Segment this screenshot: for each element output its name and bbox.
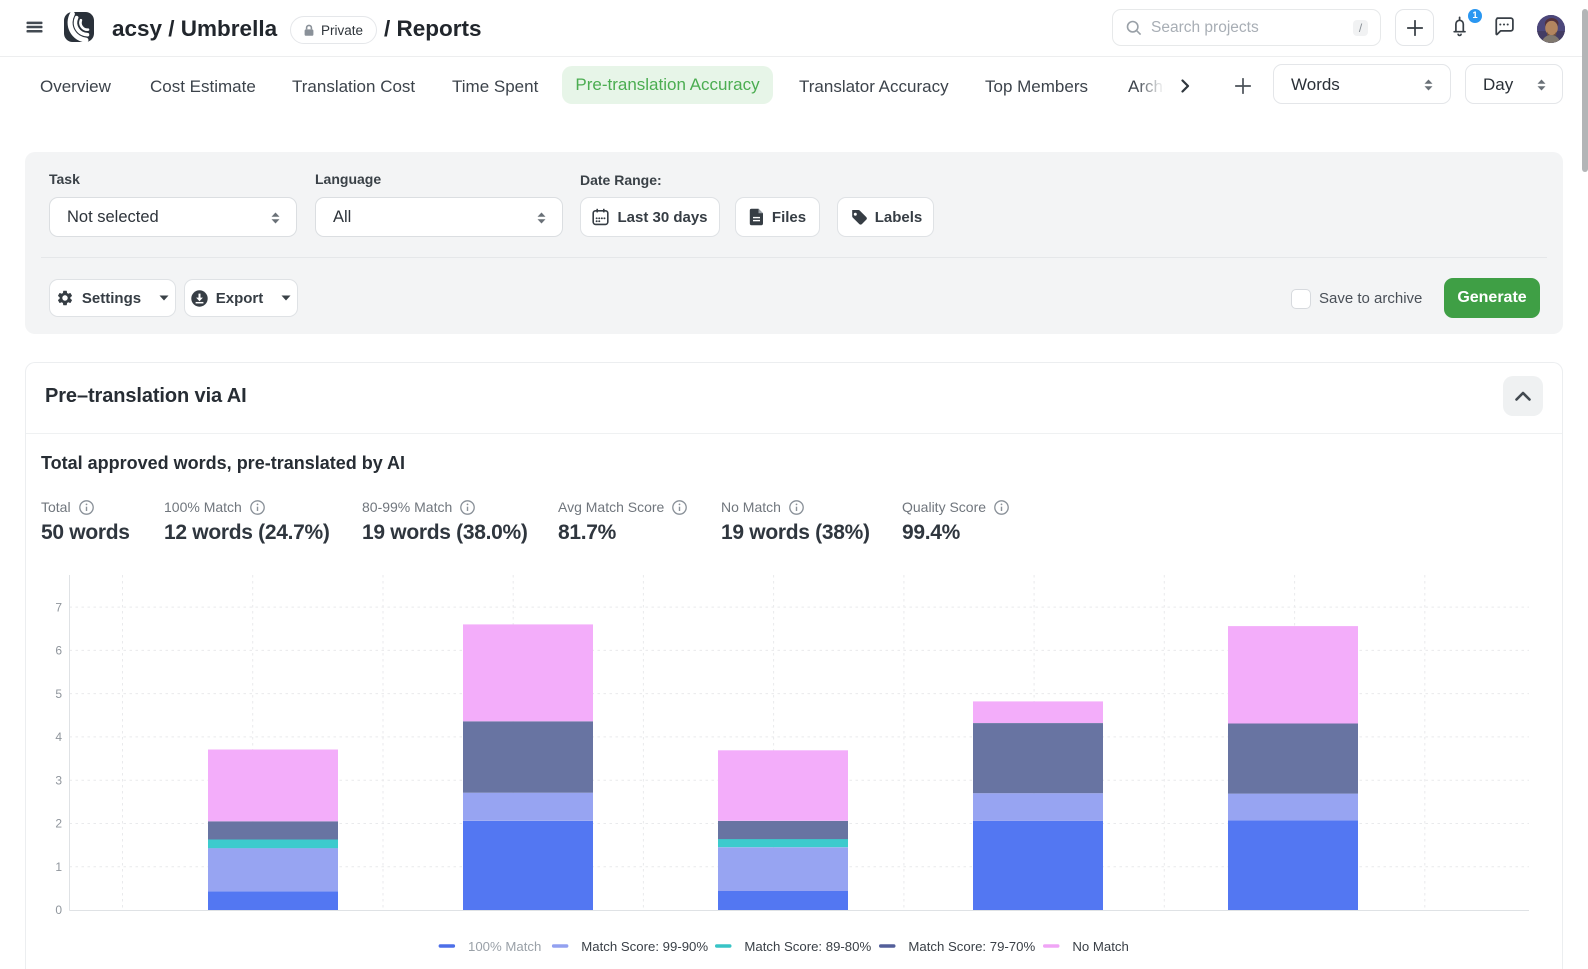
svg-text:1: 1 <box>55 860 62 874</box>
svg-text:3: 3 <box>55 773 62 787</box>
svg-text:No Match: No Match <box>1072 939 1128 954</box>
svg-text:100% Match: 100% Match <box>468 939 541 954</box>
svg-text:2: 2 <box>55 817 62 831</box>
svg-text:4: 4 <box>55 730 62 744</box>
svg-text:5: 5 <box>55 687 62 701</box>
svg-text:Match Score: 99-90%: Match Score: 99-90% <box>581 939 708 954</box>
svg-text:0: 0 <box>55 903 62 917</box>
svg-text:Match Score: 79-70%: Match Score: 79-70% <box>908 939 1035 954</box>
svg-text:Match Score: 89-80%: Match Score: 89-80% <box>744 939 871 954</box>
svg-text:6: 6 <box>55 644 62 658</box>
svg-text:7: 7 <box>55 600 62 614</box>
